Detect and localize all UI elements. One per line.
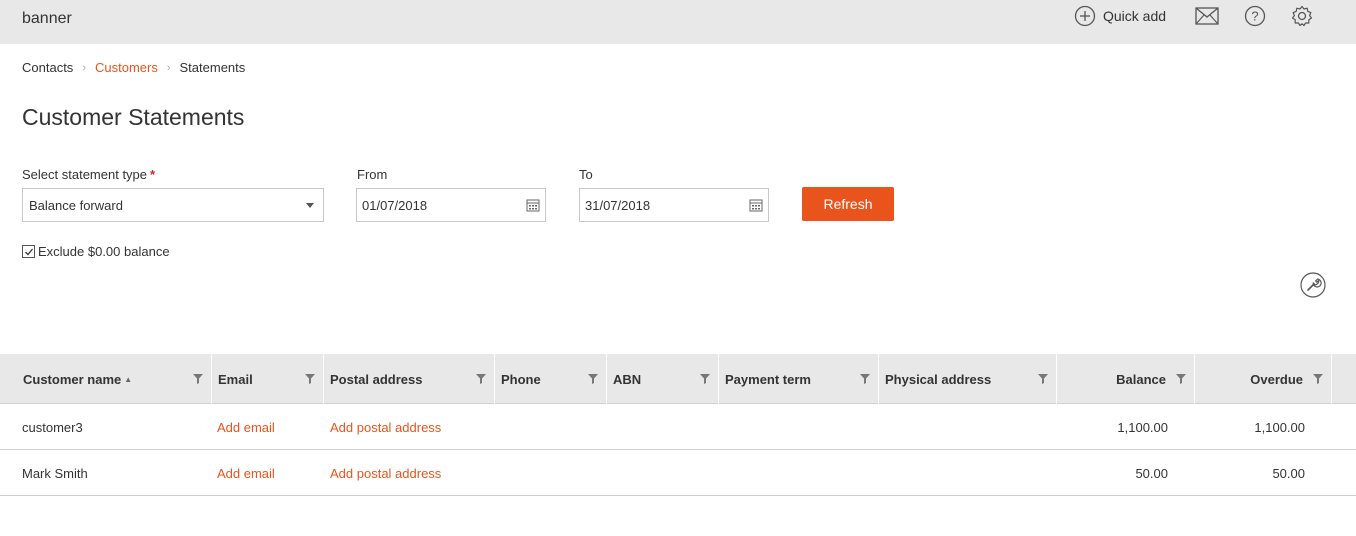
column-header-label: Postal address [330, 371, 423, 387]
wrench-icon [1300, 272, 1326, 298]
to-label: To [579, 167, 593, 182]
column-header-postal-address[interactable]: Postal address [324, 354, 495, 404]
page-title: Customer Statements [22, 104, 245, 130]
column-header-payment-term[interactable]: Payment term [719, 354, 879, 404]
chevron-right-icon: › [82, 61, 86, 74]
column-header-abn[interactable]: ABN [607, 354, 719, 404]
to-date-value: 31/07/2018 [585, 197, 651, 213]
table-header: Customer name ▲ Email Postal address Pho… [0, 354, 1356, 404]
add-postal-address-link[interactable]: Add postal address [330, 404, 441, 450]
filter-icon[interactable] [1313, 374, 1323, 384]
statement-type-select[interactable]: Balance forward [22, 188, 324, 222]
column-header-phone[interactable]: Phone [495, 354, 607, 404]
mail-button[interactable] [1194, 4, 1220, 28]
chevron-right-icon: › [166, 61, 171, 74]
required-marker: * [150, 167, 156, 182]
refresh-button[interactable]: Refresh [802, 187, 894, 221]
filter-icon[interactable] [476, 374, 486, 384]
settings-icon [1291, 5, 1313, 27]
breadcrumb-statements: Statements [179, 60, 246, 75]
filter-icon[interactable] [305, 374, 315, 384]
to-date-field[interactable]: 31/07/2018 [579, 188, 769, 222]
exclude-zero-balance-option[interactable]: Exclude $0.00 balance [22, 244, 170, 259]
table-row: Mark Smith Add email Add postal address … [0, 450, 1356, 496]
statements-table: Customer name ▲ Email Postal address Pho… [0, 354, 1356, 496]
quick-add-label: Quick add [1103, 8, 1167, 24]
statement-type-label-text: Select statement type [22, 167, 148, 182]
breadcrumb-contacts[interactable]: Contacts [22, 60, 73, 75]
calendar-icon[interactable] [749, 198, 763, 212]
exclude-zero-balance-checkbox[interactable] [22, 245, 35, 258]
filter-icon[interactable] [860, 374, 870, 384]
cell-overdue: 50.00 [1272, 465, 1305, 481]
from-date-value: 01/07/2018 [362, 197, 428, 213]
column-header-label: Overdue [1250, 371, 1303, 387]
settings-button[interactable] [1289, 4, 1315, 28]
cell-customer-name[interactable]: Mark Smith [22, 450, 88, 496]
column-header-label: Balance [1116, 371, 1166, 387]
column-header-balance[interactable]: Balance [1057, 354, 1195, 404]
add-email-link[interactable]: Add email [217, 404, 275, 450]
column-header-customer-name[interactable]: Customer name ▲ [17, 354, 212, 404]
banner-text: banner [22, 10, 72, 27]
add-postal-address-link[interactable]: Add postal address [330, 450, 441, 496]
quick-add-button[interactable]: Quick add [1074, 5, 1166, 27]
filter-icon[interactable] [588, 374, 598, 384]
caret-down-icon [306, 203, 314, 208]
column-header-overdue[interactable]: Overdue [1195, 354, 1332, 404]
column-header-label: Physical address [885, 371, 992, 387]
filter-icon[interactable] [193, 374, 203, 384]
from-label: From [357, 167, 388, 182]
cell-customer-name[interactable]: customer3 [22, 404, 83, 450]
cell-balance: 50.00 [1135, 465, 1168, 481]
checkmark-icon [24, 248, 33, 255]
calendar-icon[interactable] [526, 198, 540, 212]
exclude-zero-balance-label: Exclude $0.00 balance [38, 244, 170, 259]
breadcrumb-customers[interactable]: Customers [95, 60, 158, 75]
add-email-link[interactable]: Add email [217, 450, 275, 496]
statement-type-label: Select statement type * [22, 167, 155, 182]
column-header-label: Phone [501, 371, 541, 387]
filter-icon[interactable] [700, 374, 710, 384]
cell-overdue: 1,100.00 [1254, 419, 1305, 435]
table-row: customer3 Add email Add postal address 1… [0, 404, 1356, 450]
column-settings-button[interactable] [1300, 272, 1326, 298]
column-header-label: Payment term [725, 371, 811, 387]
column-header-email[interactable]: Email [212, 354, 324, 404]
statement-type-value: Balance forward [29, 197, 123, 213]
column-header-label: ABN [613, 371, 642, 387]
column-header-physical-address[interactable]: Physical address [879, 354, 1057, 404]
breadcrumb: Contacts › Customers › Statements [22, 60, 245, 75]
cell-balance: 1,100.00 [1117, 419, 1168, 435]
plus-circle-icon [1074, 5, 1096, 27]
from-date-field[interactable]: 01/07/2018 [356, 188, 546, 222]
column-header-label: Customer name [23, 371, 122, 387]
filter-icon[interactable] [1038, 374, 1048, 384]
help-button[interactable]: ? [1242, 4, 1268, 28]
help-icon: ? [1244, 5, 1266, 27]
svg-text:?: ? [1251, 9, 1258, 24]
mail-icon [1195, 7, 1219, 25]
sort-ascending-icon: ▲ [124, 374, 133, 384]
top-bar: banner Quick add ? [0, 0, 1356, 44]
filter-icon[interactable] [1176, 374, 1186, 384]
column-header-label: Email [218, 371, 253, 387]
